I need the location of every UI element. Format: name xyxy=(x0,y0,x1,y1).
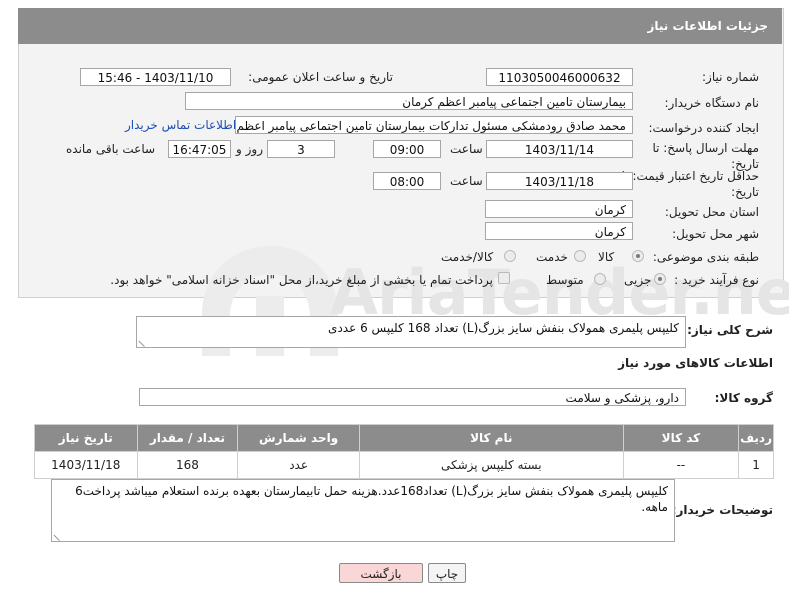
creator-field[interactable]: محمد صادق رودمشکی مسئول تدارکات بیمارستا… xyxy=(235,116,633,134)
cell-qty: 168 xyxy=(136,451,239,479)
announce-label: تاریخ و ساعت اعلان عمومی: xyxy=(248,70,393,84)
purchase-medium-radio[interactable] xyxy=(594,273,606,285)
summary-textarea[interactable]: کلیپس پلیمری همولاک بنفش سایز بزرگ(L) تع… xyxy=(136,316,686,348)
category-label: طبقه بندی موضوعی: xyxy=(652,250,759,264)
treasury-payment-note: پرداخت تمام یا بخشی از مبلغ خرید،از محل … xyxy=(110,273,493,287)
category-service-radio[interactable] xyxy=(574,250,586,262)
buyer-notes-text: کلیپس پلیمری همولاک بنفش سایز بزرگ(L) تع… xyxy=(75,484,668,514)
price-validity-time-field[interactable]: 08:00 xyxy=(373,172,441,190)
resize-grip-icon[interactable] xyxy=(138,334,151,348)
purchase-minor-label: جزیی xyxy=(624,273,652,287)
col-unit-header: واحد شمارش xyxy=(237,424,360,452)
buyer-notes-label: توضیحات خریدار: xyxy=(671,503,773,517)
city-field[interactable]: کرمان xyxy=(485,222,633,240)
province-label: استان محل تحویل: xyxy=(664,205,759,219)
deadline-date-field[interactable]: 1403/11/14 xyxy=(486,140,633,158)
cell-name: بسته کلیپس پزشکی xyxy=(358,451,624,479)
panel-title: جزئیات اطلاعات نیاز xyxy=(647,19,768,33)
goods-group-label: گروه کالا: xyxy=(714,391,773,405)
cell-unit: عدد xyxy=(237,451,360,479)
remaining-time-field[interactable]: 16:47:05 xyxy=(168,140,231,158)
treasury-payment-checkbox[interactable] xyxy=(498,272,510,284)
deadline-time-label: ساعت xyxy=(450,142,483,156)
purchase-minor-radio[interactable] xyxy=(654,273,666,285)
resize-grip-icon[interactable] xyxy=(53,528,66,542)
table-row: 1 -- بسته کلیپس پزشکی عدد 168 1403/11/18 xyxy=(34,451,774,479)
need-number-field[interactable]: 1103050046000632 xyxy=(486,68,633,86)
cell-date: 1403/11/18 xyxy=(34,451,138,479)
category-goods-service-radio[interactable] xyxy=(504,250,516,262)
col-qty-header: تعداد / مقدار xyxy=(136,424,239,452)
price-validity-date-field[interactable]: 1403/11/18 xyxy=(486,172,633,190)
col-name-header: نام کالا xyxy=(358,424,624,452)
panel-header: جزئیات اطلاعات نیاز xyxy=(18,8,782,44)
purchase-type-label: نوع فرآیند خرید : xyxy=(674,273,759,287)
summary-text: کلیپس پلیمری همولاک بنفش سایز بزرگ(L) تع… xyxy=(328,321,679,335)
buyer-org-label: نام دستگاه خریدار: xyxy=(664,96,760,110)
cell-code: -- xyxy=(622,451,740,479)
announce-field[interactable]: 1403/11/10 - 15:46 xyxy=(80,68,231,86)
goods-info-title: اطلاعات کالاهای مورد نیاز xyxy=(618,356,773,370)
col-code-header: کد کالا xyxy=(622,424,740,452)
deadline-time-field[interactable]: 09:00 xyxy=(373,140,441,158)
items-table: ردیف کد کالا نام کالا واحد شمارش تعداد /… xyxy=(34,424,774,479)
category-goods-radio[interactable] xyxy=(632,250,644,262)
col-date-header: تاریخ نیاز xyxy=(34,424,138,452)
col-row-header: ردیف xyxy=(738,424,774,452)
category-service-label: خدمت xyxy=(536,250,568,264)
goods-group-field[interactable]: دارو، پزشکی و سلامت xyxy=(139,388,686,406)
remaining-label: ساعت باقی مانده xyxy=(66,142,156,156)
category-goods-label: کالا xyxy=(598,250,615,264)
summary-label: شرح کلی نیاز: xyxy=(687,323,773,337)
table-header-row: ردیف کد کالا نام کالا واحد شمارش تعداد /… xyxy=(34,424,774,452)
category-goods-service-label: کالا/خدمت xyxy=(441,250,494,264)
price-validity-time-label: ساعت xyxy=(450,174,483,188)
creator-label: ایجاد کننده درخواست: xyxy=(648,121,759,135)
days-and-label: روز و xyxy=(236,142,263,156)
days-field[interactable]: 3 xyxy=(267,140,335,158)
buyer-org-field[interactable]: بیمارستان تامین اجتماعی پیامبر اعظم کرما… xyxy=(185,92,633,110)
buyer-notes-textarea[interactable]: کلیپس پلیمری همولاک بنفش سایز بزرگ(L) تع… xyxy=(51,479,675,542)
cell-row: 1 xyxy=(738,451,774,479)
back-button[interactable]: بازگشت xyxy=(339,563,423,583)
city-label: شهر محل تحویل: xyxy=(672,227,759,241)
purchase-medium-label: متوسط xyxy=(546,273,584,287)
print-button[interactable]: چاپ xyxy=(428,563,466,583)
buyer-contact-link[interactable]: اطلاعات تماس خریدار xyxy=(125,118,236,132)
need-number-label: شماره نیاز: xyxy=(702,70,759,84)
province-field[interactable]: کرمان xyxy=(485,200,633,218)
